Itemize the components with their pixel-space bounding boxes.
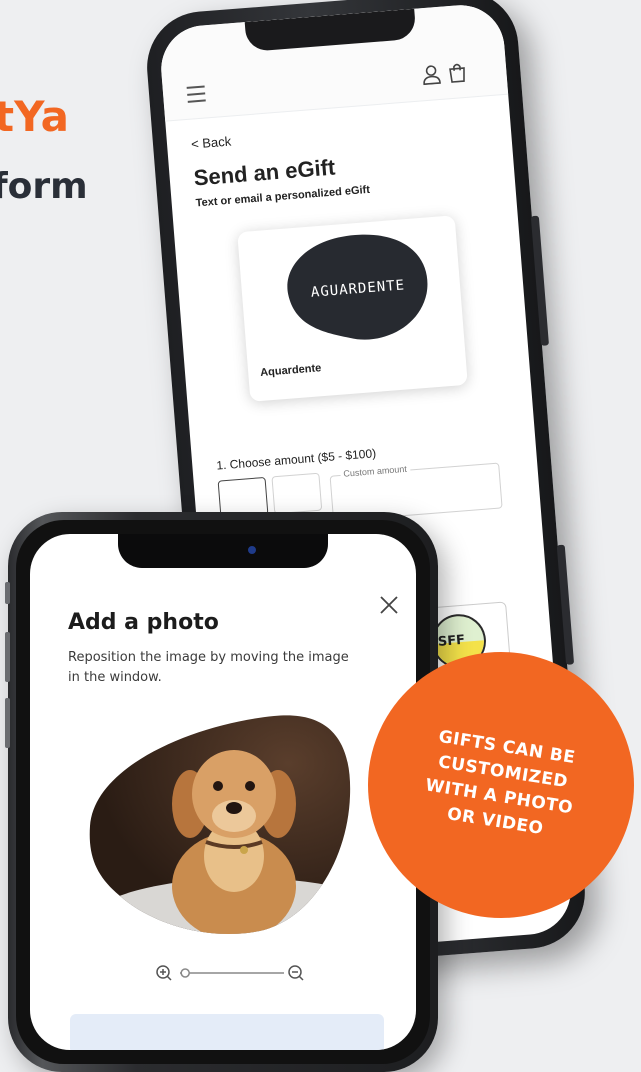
shopping-bag-icon[interactable] [448,62,468,83]
zoom-in-icon[interactable] [156,965,172,981]
confirm-photo-button[interactable] [70,1014,384,1050]
menu-icon[interactable] [186,85,207,107]
photo-crop-window[interactable] [84,706,356,936]
zoom-slider-graphic [156,965,304,981]
subtitle-headline: form [0,166,88,207]
promo-badge: GIFTS CAN BE CUSTOMIZED WITH A PHOTO OR … [368,652,634,918]
close-icon[interactable] [376,592,402,618]
add-photo-screen: Add a photo Reposition the image by movi… [30,534,416,1050]
amount-option[interactable] [271,472,323,515]
user-icon[interactable] [422,64,442,86]
zoom-slider-handle[interactable] [180,968,190,978]
phone-side-button [5,582,10,604]
phone-side-button [5,632,10,682]
modal-title: Add a photo [68,610,219,635]
camera-icon [248,546,256,554]
thumbnail-text: SFF [437,633,465,650]
phone-side-button [5,698,10,748]
zoom-slider[interactable] [154,962,314,984]
card-brand-name: Aquardente [259,362,322,379]
brand-name-headline: tYa [0,92,69,141]
custom-amount-label: Custom amount [340,463,411,479]
gift-card-preview[interactable]: AGUARDENTE Aquardente [237,215,468,402]
brand-logo: AGUARDENTE [287,234,428,340]
phone-notch [118,534,328,568]
zoom-out-icon[interactable] [288,965,304,981]
modal-description: Reposition the image by moving the image… [68,650,349,685]
egift-form: < Back Send an eGift Text or email a per… [191,113,517,530]
promo-badge-text: GIFTS CAN BE CUSTOMIZED WITH A PHOTO OR … [423,726,577,840]
